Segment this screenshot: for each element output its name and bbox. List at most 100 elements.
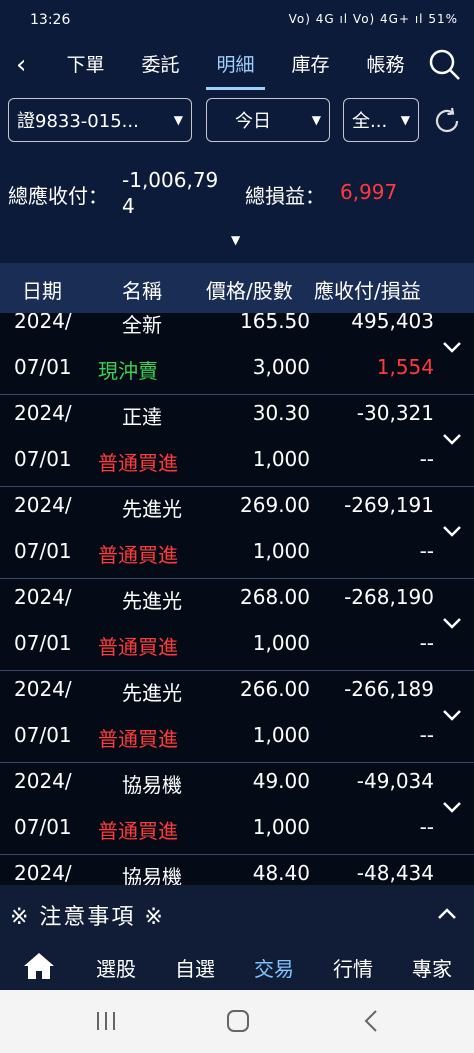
table-row[interactable]: 2024/全新 165.50 495,403 07/01 現沖賣 3,000 1,554	[0, 313, 474, 395]
type-value: 全...	[352, 111, 388, 132]
header-amount-pl: 應收付/損益	[314, 279, 421, 303]
row-action: 普通買進	[98, 543, 178, 567]
tab-entrust[interactable]: 委託	[123, 40, 198, 90]
table-row[interactable]: 2024/協易機 49.00 -49,034 07/01 普通買進 1,000 --	[0, 763, 474, 855]
back-arrow-icon[interactable]: ‹	[16, 50, 26, 80]
tab-inventory[interactable]: 庫存	[273, 40, 348, 90]
nav-stock-picker[interactable]: 選股	[96, 953, 136, 982]
row-pl: --	[419, 447, 434, 471]
chevron-down-icon[interactable]	[440, 611, 464, 635]
expand-caret-icon[interactable]: ▼	[231, 233, 240, 247]
total-receivable-value: -1,006,79	[122, 168, 219, 192]
chevron-down-icon[interactable]	[440, 795, 464, 819]
account-value: 證9833-015...	[17, 111, 139, 132]
refresh-icon[interactable]	[432, 106, 462, 136]
row-action: 普通買進	[98, 635, 178, 659]
back-button-icon[interactable]	[362, 1009, 380, 1033]
row-price: 49.00	[252, 769, 310, 793]
row-amount: -30,321	[356, 401, 434, 425]
row-date: 07/01	[14, 631, 72, 655]
table-row[interactable]: 2024/先進光 266.00 -266,189 07/01 普通買進 1,000 --	[0, 671, 474, 763]
row-action: 普通買進	[98, 451, 178, 475]
nav-watchlist[interactable]: 自選	[175, 953, 215, 982]
row-price: 30.30	[252, 401, 310, 425]
row-pl: --	[419, 815, 434, 839]
row-amount: -266,189	[344, 677, 434, 701]
table-row[interactable]: 2024/先進光 268.00 -268,190 07/01 普通買進 1,000 --	[0, 579, 474, 671]
row-stock-name: 先進光	[122, 497, 182, 521]
row-price: 269.00	[240, 493, 310, 517]
caret-down-icon: ▼	[173, 113, 183, 127]
bottom-navigation: 選股 自選 交易 行情 專家	[0, 945, 474, 990]
chevron-down-icon[interactable]	[440, 335, 464, 359]
date-value: 今日	[235, 111, 271, 132]
row-shares: 1,000	[252, 723, 310, 747]
caret-down-icon: ▼	[311, 113, 321, 127]
status-bar: 13:26 Vo) 4G ıl Vo) 4G+ ıl 51%	[0, 0, 474, 40]
chevron-down-icon[interactable]	[440, 703, 464, 727]
header-price-shares: 價格/股數	[206, 279, 293, 303]
recent-apps-icon[interactable]	[94, 1010, 118, 1032]
table-header: 日期 名稱 價格/股數 應收付/損益	[0, 263, 474, 313]
search-icon[interactable]	[428, 48, 462, 82]
filter-bar: 證9833-015... ▼ 今日 ▼ 全... ▼	[0, 90, 474, 158]
total-pl-label: 總損益：	[245, 184, 325, 208]
summary-panel: 總應收付： -1,006,79 4 總損益： 6,997 ▼	[0, 158, 474, 263]
table-row[interactable]: 2024/先進光 269.00 -269,191 07/01 普通買進 1,000 --	[0, 487, 474, 579]
row-price: 48.40	[252, 861, 310, 885]
row-amount: -49,034	[356, 769, 434, 793]
tab-order[interactable]: 下單	[48, 40, 123, 90]
row-year: 2024/	[14, 585, 72, 609]
nav-experts[interactable]: 專家	[412, 953, 452, 982]
row-price: 266.00	[240, 677, 310, 701]
row-stock-name: 全新	[122, 313, 162, 337]
tab-details[interactable]: 明細	[198, 40, 273, 90]
chevron-down-icon[interactable]	[440, 519, 464, 543]
row-stock-name: 正達	[122, 405, 162, 429]
row-shares: 3,000	[252, 355, 310, 379]
nav-trade[interactable]: 交易	[254, 953, 294, 982]
transaction-list: 2024/全新 165.50 495,403 07/01 現沖賣 3,000 1,554 20…	[0, 313, 474, 885]
row-date: 07/01	[14, 447, 72, 471]
table-row[interactable]: 2024/協易機 48.40 -48,434	[0, 855, 474, 885]
row-pl: --	[419, 631, 434, 655]
nav-quotes[interactable]: 行情	[333, 953, 373, 982]
row-pl: --	[419, 539, 434, 563]
row-date: 07/01	[14, 815, 72, 839]
row-date: 07/01	[14, 723, 72, 747]
row-shares: 1,000	[252, 815, 310, 839]
type-dropdown[interactable]: 全... ▼	[343, 98, 419, 142]
row-year: 2024/	[14, 401, 72, 425]
status-icons: Vo) 4G ıl Vo) 4G+ ıl 51%	[288, 12, 458, 26]
total-pl-value: 6,997	[340, 180, 398, 204]
row-stock-name: 協易機	[122, 773, 182, 797]
chevron-up-icon[interactable]	[436, 903, 458, 925]
date-dropdown[interactable]: 今日 ▼	[206, 98, 330, 142]
row-stock-name: 先進光	[122, 681, 182, 705]
total-receivable-value-wrap: 4	[122, 194, 135, 218]
chevron-down-icon[interactable]	[440, 427, 464, 451]
tab-accounts[interactable]: 帳務	[348, 40, 423, 90]
caret-down-icon: ▼	[400, 113, 410, 127]
row-shares: 1,000	[252, 539, 310, 563]
row-price: 268.00	[240, 585, 310, 609]
status-time: 13:26	[30, 12, 71, 28]
table-row[interactable]: 2024/正達 30.30 -30,321 07/01 普通買進 1,000 --	[0, 395, 474, 487]
row-amount: 495,403	[351, 313, 434, 333]
home-button-icon[interactable]	[226, 1009, 250, 1033]
header-name: 名稱	[122, 279, 162, 303]
system-navigation-bar	[0, 990, 474, 1053]
row-pl: --	[419, 723, 434, 747]
row-year: 2024/	[14, 677, 72, 701]
row-year: 2024/	[14, 493, 72, 517]
row-amount: -269,191	[344, 493, 434, 517]
row-year: 2024/	[14, 769, 72, 793]
row-amount: -48,434	[356, 861, 434, 885]
account-dropdown[interactable]: 證9833-015... ▼	[8, 98, 192, 142]
notice-bar[interactable]: ※ 注意事項 ※	[0, 885, 474, 945]
tab-bar: 下單 委託 明細 庫存 帳務	[48, 40, 423, 90]
home-icon[interactable]	[22, 951, 56, 981]
row-shares: 1,000	[252, 447, 310, 471]
row-date: 07/01	[14, 539, 72, 563]
row-date: 07/01	[14, 355, 72, 379]
